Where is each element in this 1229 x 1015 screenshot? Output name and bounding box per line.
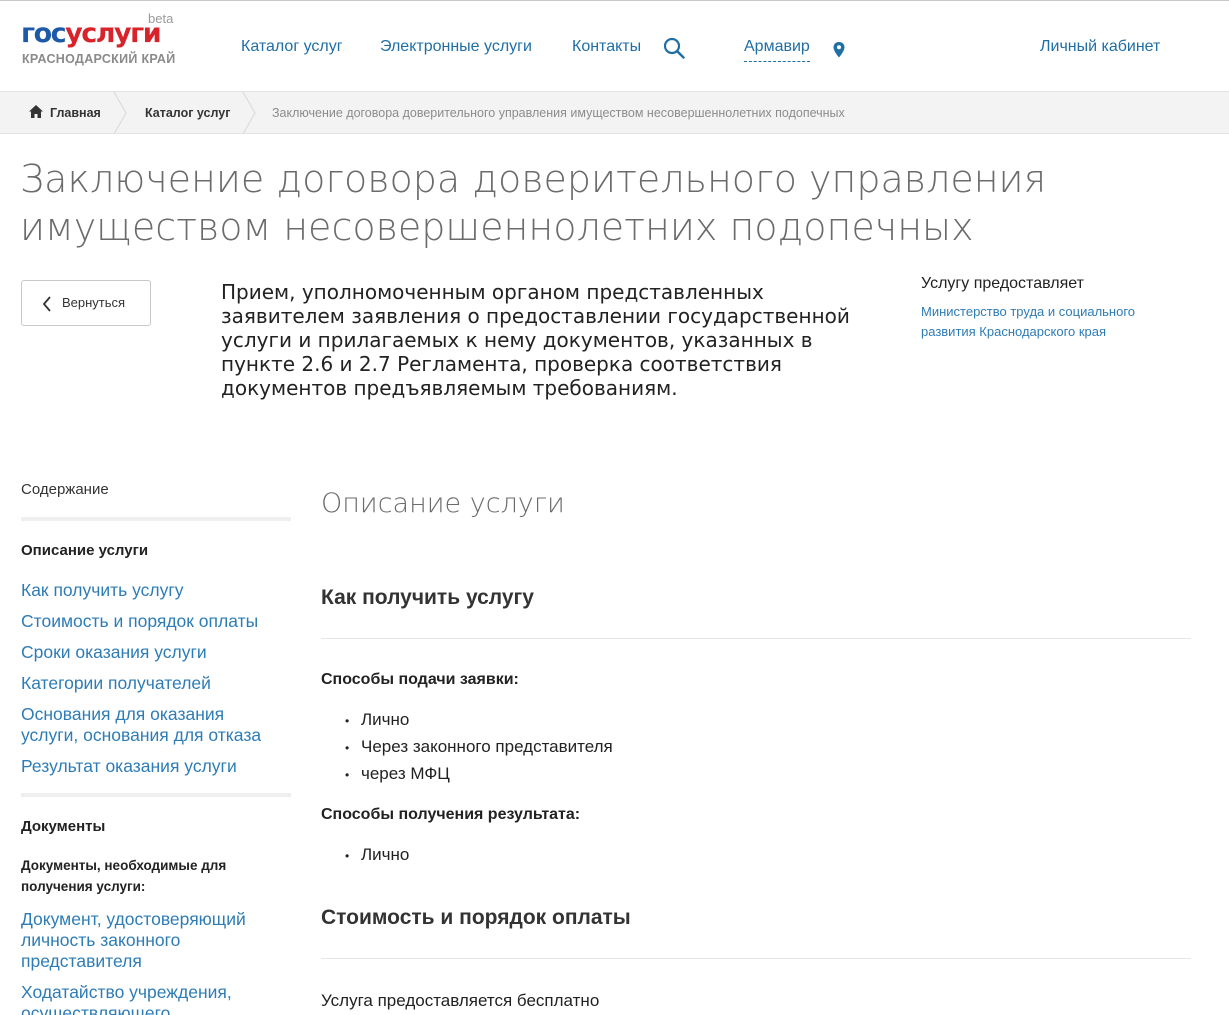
toc-heading: Содержание: [21, 481, 109, 498]
personal-cabinet-link[interactable]: Личный кабинет: [1040, 38, 1160, 56]
section-title-description: Описание услуги: [321, 488, 565, 519]
toc-section-documents[interactable]: Документы: [21, 818, 105, 835]
nav-e-services[interactable]: Электронные услуги: [380, 38, 532, 56]
breadcrumb: Главная Каталог услуг Заключение договор…: [0, 91, 1229, 134]
back-button-label: Вернуться: [62, 295, 126, 310]
breadcrumb-separator: [242, 92, 256, 134]
city-selector[interactable]: Армавир: [744, 38, 810, 62]
logo-gos: гос: [21, 18, 67, 49]
provider-link[interactable]: Министерство труда и социального развити…: [921, 302, 1171, 342]
toc-link-grounds[interactable]: Основания для оказания услуги, основания…: [21, 704, 286, 746]
toc-divider: [21, 517, 291, 521]
breadcrumb-current: Заключение договора доверительного управ…: [272, 106, 845, 120]
location-pin-icon[interactable]: [832, 41, 846, 59]
logo-wordmark: госуслуги: [21, 18, 162, 49]
toc-link-terms[interactable]: Сроки оказания услуги: [21, 642, 286, 663]
page-title: Заключение договора доверительного управ…: [20, 157, 1047, 249]
section-divider: [321, 958, 1191, 959]
logo-region: КРАСНОДАРСКИЙ КРАЙ: [22, 52, 176, 66]
toc-link-cost[interactable]: Стоимость и порядок оплаты: [21, 611, 286, 632]
result-methods-label: Способы получения результата:: [321, 806, 581, 823]
logo-beta: beta: [148, 11, 174, 26]
toc-documents-subheading: Документы, необходимые для получения усл…: [21, 858, 227, 894]
breadcrumb-home[interactable]: Главная: [28, 92, 101, 134]
list-item: через МФЦ: [345, 764, 450, 786]
search-icon[interactable]: [663, 37, 685, 59]
toc-link-categories[interactable]: Категории получателей: [21, 673, 286, 694]
chevron-left-icon: [42, 296, 51, 312]
toc-link-doc-petition[interactable]: Ходатайство учреждения, осуществляющего: [21, 982, 286, 1015]
toc-link-doc-identity[interactable]: Документ, удостоверяющий личность законн…: [21, 909, 286, 972]
toc-section-description[interactable]: Описание услуги: [21, 542, 148, 559]
toc-link-how-to-get[interactable]: Как получить услугу: [21, 580, 286, 601]
nav-contacts[interactable]: Контакты: [572, 38, 641, 56]
nav-catalog[interactable]: Каталог услуг: [241, 38, 343, 56]
breadcrumb-catalog[interactable]: Каталог услуг: [145, 92, 230, 134]
section-title-how-to-get: Как получить услугу: [321, 586, 534, 609]
toc-link-result[interactable]: Результат оказания услуги: [21, 756, 286, 777]
submit-methods-label: Способы подачи заявки:: [321, 671, 519, 688]
gosuslugi-logo[interactable]: госуслуги beta КРАСНОДАРСКИЙ КРАЙ: [21, 9, 181, 73]
toc-divider: [21, 793, 291, 797]
breadcrumb-separator: [113, 92, 127, 134]
service-lead-text: Прием, уполномоченным органом представле…: [221, 280, 850, 400]
back-button[interactable]: Вернуться: [21, 280, 151, 326]
list-item: Лично: [345, 710, 409, 732]
logo-uslugi: услуги: [65, 18, 162, 49]
list-item: Лично: [345, 845, 409, 867]
section-title-cost: Стоимость и порядок оплаты: [321, 906, 631, 929]
provider-heading: Услугу предоставляет: [921, 275, 1084, 292]
section-divider: [321, 638, 1191, 639]
list-item: Через законного представителя: [345, 737, 613, 759]
cost-text: Услуга предоставляется бесплатно: [321, 991, 600, 1010]
site-header: госуслуги beta КРАСНОДАРСКИЙ КРАЙ Катало…: [0, 1, 1229, 91]
